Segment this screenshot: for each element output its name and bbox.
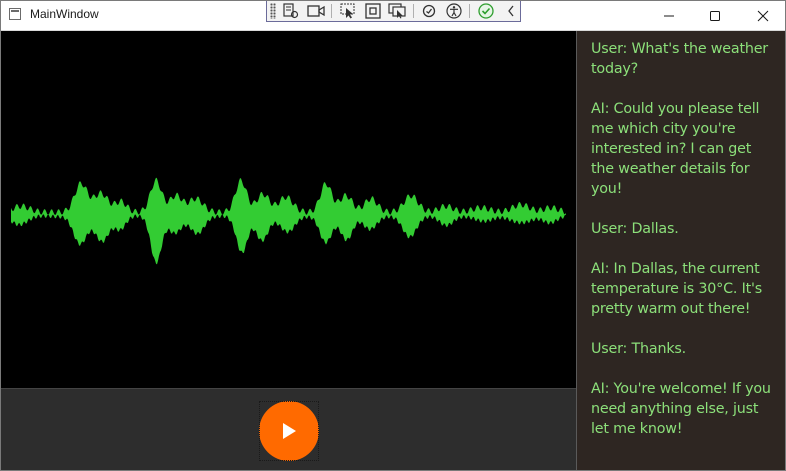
- camera-icon[interactable]: [307, 2, 326, 20]
- accessibility-icon[interactable]: [445, 2, 464, 20]
- display-layout-adorners-icon[interactable]: [363, 2, 382, 20]
- select-element-icon[interactable]: [338, 2, 357, 20]
- app-window-icon: [9, 8, 21, 20]
- binding-failures-icon[interactable]: [420, 2, 439, 20]
- main-content: User: What's the weather today? AI: Coul…: [1, 31, 785, 470]
- toolbar-grip-icon[interactable]: [270, 3, 276, 19]
- play-icon: [283, 423, 296, 439]
- live-visual-tree-icon[interactable]: [282, 2, 301, 20]
- hot-reload-ok-icon[interactable]: [476, 2, 495, 20]
- maximize-button[interactable]: [692, 0, 738, 31]
- maximize-icon: [710, 10, 720, 21]
- waveform-shape: [11, 177, 566, 265]
- chat-message: User: Dallas.: [591, 221, 679, 237]
- chat-message: AI: You're welcome! If you need anything…: [591, 381, 776, 437]
- chat-message: AI: Could you please tell me which city …: [591, 101, 764, 197]
- chat-message: User: Thanks.: [591, 341, 686, 357]
- waveform-panel: [1, 31, 576, 388]
- minimize-button[interactable]: [646, 0, 692, 31]
- toolbar-separator: [331, 4, 333, 18]
- audio-waveform: [11, 177, 566, 265]
- close-icon: [757, 10, 769, 21]
- play-button[interactable]: [259, 401, 319, 461]
- close-button[interactable]: [740, 0, 786, 31]
- toolbar-separator: [412, 4, 414, 18]
- track-focus-icon[interactable]: [388, 2, 407, 20]
- playback-controls-bar: [1, 388, 576, 470]
- chat-message: User: What's the weather today?: [591, 41, 773, 77]
- xaml-debug-toolbar: [266, 0, 521, 22]
- minimize-icon: [664, 15, 674, 16]
- toolbar-separator: [469, 4, 471, 18]
- chat-message: AI: In Dallas, the current temperature i…: [591, 261, 767, 317]
- chat-transcript-panel: User: What's the weather today? AI: Coul…: [576, 31, 785, 470]
- collapse-chevron-icon[interactable]: [501, 2, 520, 20]
- title-bar: MainWindow: [0, 0, 786, 31]
- window-title: MainWindow: [30, 7, 99, 21]
